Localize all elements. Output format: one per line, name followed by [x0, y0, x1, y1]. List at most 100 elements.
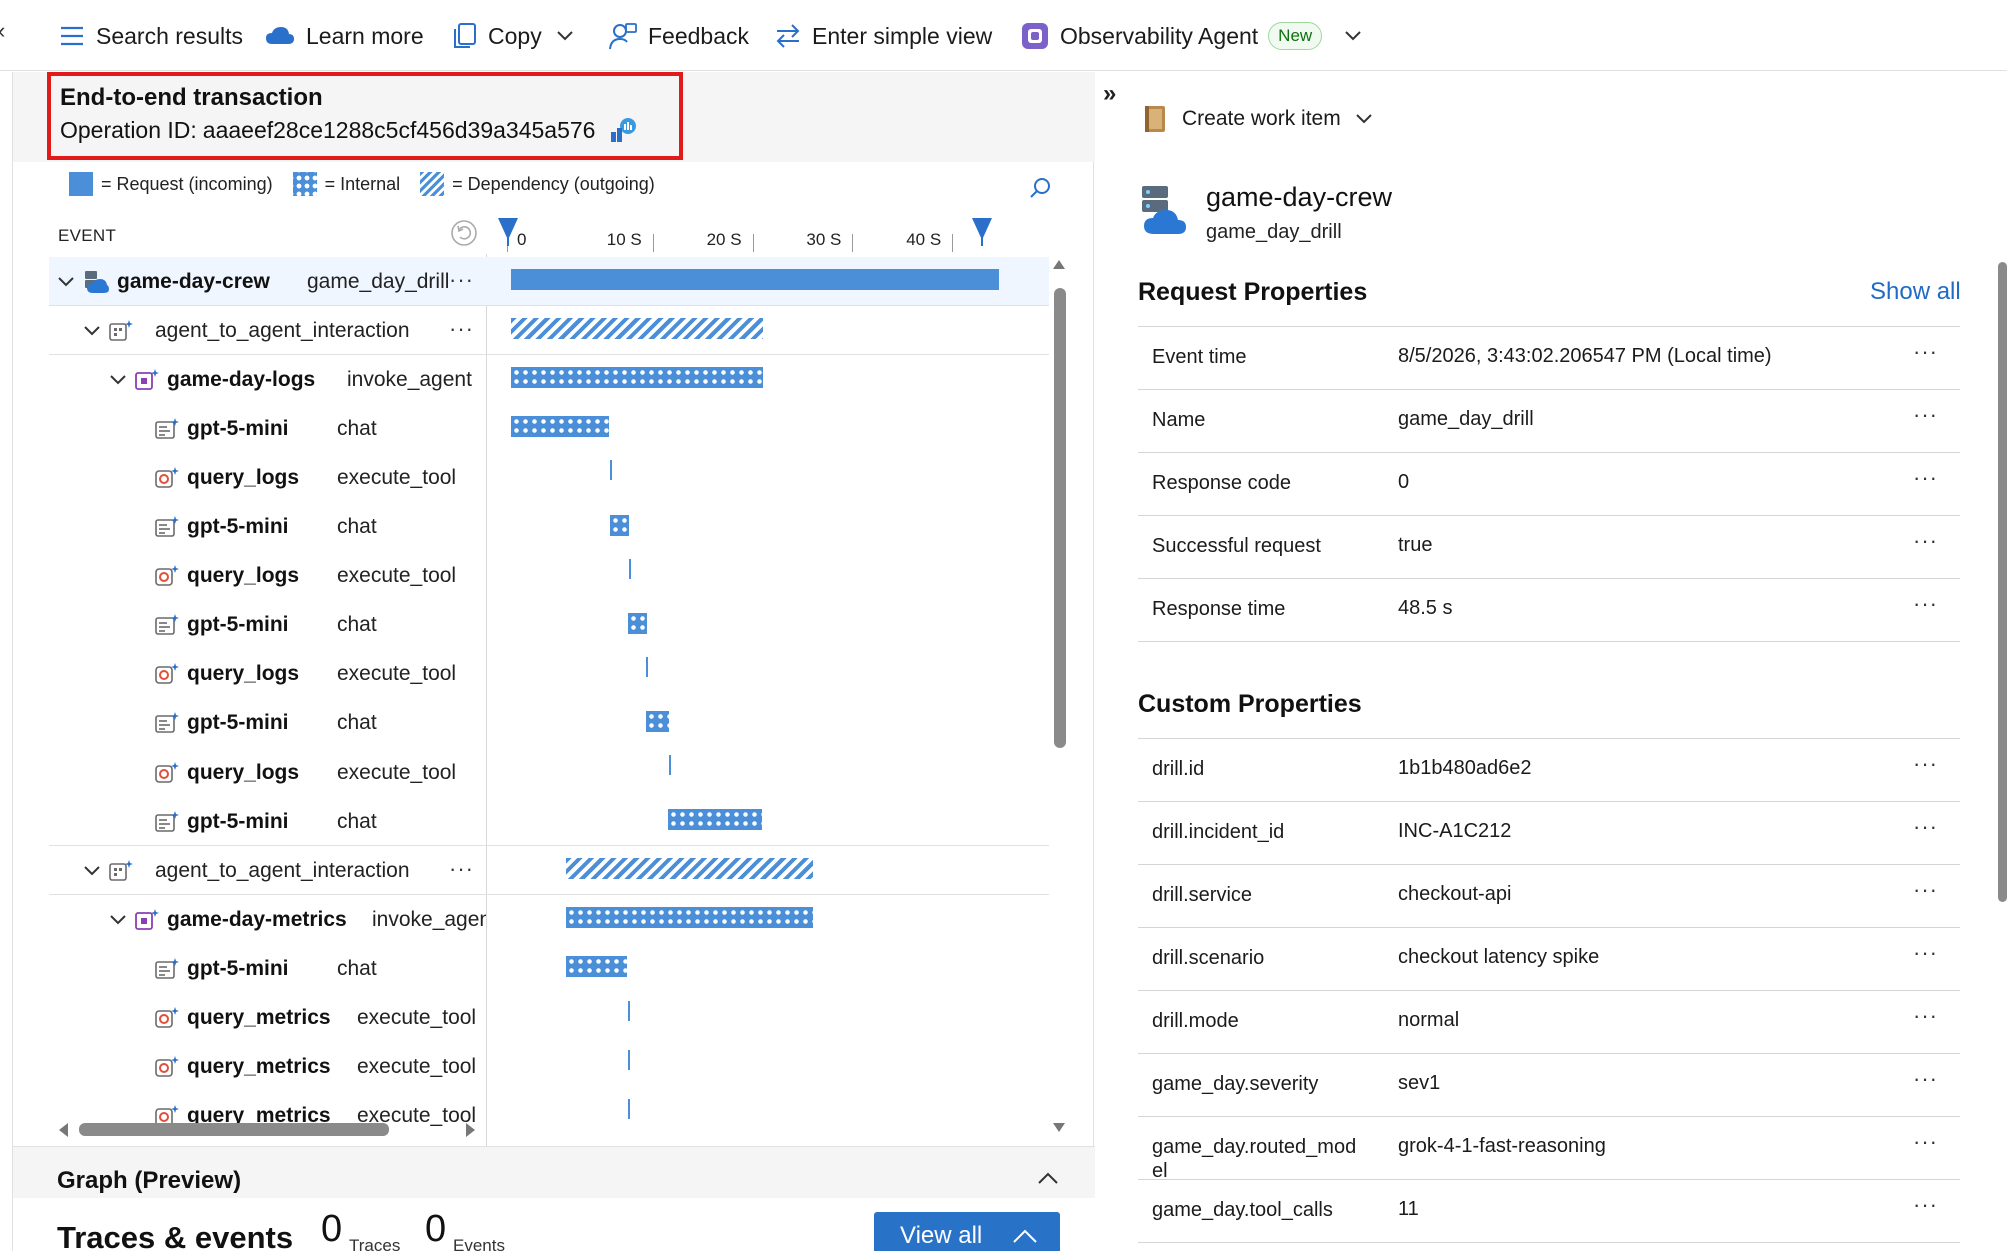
tree-row[interactable]: query_metrics execute_tool — [49, 1043, 1049, 1092]
timeline-bar[interactable] — [627, 1000, 630, 1021]
row-type: chat — [337, 956, 377, 980]
property-more-icon[interactable]: ··· — [1913, 1003, 1938, 1029]
timeline-bar[interactable] — [667, 809, 763, 831]
vertical-scroll-thumb[interactable] — [1054, 288, 1066, 748]
timeline-bar[interactable] — [645, 656, 648, 677]
expand-chevron-icon[interactable] — [83, 322, 101, 340]
simple-view-label: Enter simple view — [812, 22, 993, 49]
timeline-bar[interactable] — [511, 416, 609, 438]
tree-row[interactable]: query_logs execute_tool — [49, 453, 1049, 502]
range-start-marker-icon[interactable] — [496, 216, 520, 246]
llm-chat-icon — [155, 957, 179, 979]
timeline-bar[interactable] — [627, 612, 647, 634]
learn-more-button[interactable]: Learn more — [264, 16, 424, 56]
tree-row[interactable]: game-day-metrics invoke_agent — [49, 895, 1049, 944]
timeline-bar[interactable] — [511, 367, 763, 389]
tree-row[interactable]: agent_to_agent_interaction ··· — [49, 846, 1049, 895]
scroll-left-icon[interactable] — [57, 1122, 69, 1138]
chevron-up-icon[interactable] — [1037, 1171, 1059, 1185]
property-more-icon[interactable]: ··· — [1913, 814, 1938, 840]
tree-row[interactable]: gpt-5-mini chat — [49, 944, 1049, 993]
timeline-bar[interactable] — [566, 956, 627, 978]
search-results-button[interactable]: Search results — [58, 16, 243, 56]
timeline-bar[interactable] — [566, 858, 813, 880]
tool-call-icon — [155, 565, 179, 586]
tree-row[interactable]: agent_to_agent_interaction ··· — [49, 306, 1049, 355]
expand-double-chevron-icon[interactable]: » — [1103, 80, 1116, 108]
tree-row[interactable]: query_metrics execute_tool — [49, 994, 1049, 1043]
row-more-icon[interactable]: ··· — [449, 316, 474, 342]
tree-row[interactable]: gpt-5-mini chat — [49, 699, 1049, 748]
property-more-icon[interactable]: ··· — [1913, 402, 1938, 428]
scroll-up-icon[interactable] — [1052, 258, 1066, 270]
observability-agent-button[interactable]: Observability Agent New — [1020, 16, 1362, 56]
scroll-down-icon[interactable] — [1052, 1122, 1066, 1134]
timeline-bar[interactable] — [645, 710, 669, 732]
property-row: game_day.tool_calls 11 ··· — [1138, 1180, 1960, 1243]
timeline-axis[interactable]: 0 10 S 20 S 30 S 40 S — [487, 212, 1047, 252]
copy-button[interactable]: Copy — [452, 16, 574, 56]
timeline-tick-label: 10 S — [606, 230, 642, 249]
timeline-bar[interactable] — [511, 318, 763, 340]
tree-row[interactable]: gpt-5-mini chat — [49, 404, 1049, 453]
tree-row[interactable]: query_logs execute_tool — [49, 748, 1049, 797]
create-work-item-button[interactable]: Create work item — [1142, 104, 1387, 134]
tree-row[interactable]: game-day-crew game_day_drill ··· — [49, 257, 1049, 306]
timeline-bar[interactable] — [609, 514, 629, 536]
expand-chevron-icon[interactable] — [57, 273, 75, 291]
app-insights-icon[interactable] — [609, 116, 639, 144]
row-name: agent_to_agent_interaction — [155, 858, 410, 882]
llm-chat-icon — [155, 712, 179, 734]
simple-view-button[interactable]: Enter simple view — [774, 16, 992, 56]
command-bar: ‹ Search results Learn more Copy Feedbac… — [0, 0, 2007, 71]
details-scroll-thumb[interactable] — [1998, 262, 2007, 902]
tree-row[interactable]: query_logs execute_tool — [49, 552, 1049, 601]
property-more-icon[interactable]: ··· — [1913, 591, 1938, 617]
chevron-down-icon[interactable] — [1344, 30, 1362, 42]
llm-chat-icon — [155, 614, 179, 635]
property-more-icon[interactable]: ··· — [1913, 940, 1938, 966]
property-more-icon[interactable]: ··· — [1913, 339, 1938, 365]
tree-row[interactable]: game-day-logs invoke_agent — [49, 355, 1049, 404]
scroll-right-icon[interactable] — [465, 1122, 477, 1138]
search-icon[interactable] — [1028, 176, 1052, 200]
tree-row[interactable]: gpt-5-mini chat — [49, 601, 1049, 650]
expand-chevron-icon[interactable] — [109, 371, 127, 389]
expand-chevron-icon[interactable] — [109, 911, 127, 929]
timeline-bar[interactable] — [566, 907, 813, 929]
timeline-bar[interactable] — [627, 1049, 630, 1070]
row-more-icon[interactable]: ··· — [449, 856, 474, 882]
operation-id-label: Operation ID: — [60, 116, 197, 143]
timeline-bar[interactable] — [628, 558, 631, 579]
view-all-label: View all — [900, 1222, 983, 1249]
property-more-icon[interactable]: ··· — [1913, 528, 1938, 554]
view-all-button[interactable]: View all — [874, 1212, 1060, 1251]
timeline-bar[interactable] — [609, 460, 612, 481]
range-end-marker-icon[interactable] — [970, 216, 994, 246]
timeline-bar[interactable] — [627, 1098, 630, 1119]
timeline-bar[interactable] — [668, 755, 671, 775]
swap-arrows-icon — [776, 24, 800, 48]
expand-chevron-icon[interactable] — [83, 862, 101, 880]
property-more-icon[interactable]: ··· — [1913, 1129, 1938, 1155]
horizontal-scroll-thumb[interactable] — [79, 1123, 389, 1136]
show-all-link[interactable]: Show all — [1870, 278, 1961, 306]
timeline-bar[interactable] — [511, 269, 999, 290]
tree-row[interactable]: gpt-5-mini chat — [49, 797, 1049, 846]
property-more-icon[interactable]: ··· — [1913, 877, 1938, 903]
row-type: invoke_agent — [347, 367, 472, 391]
property-more-icon[interactable]: ··· — [1913, 465, 1938, 491]
legend-dependency: = Dependency (outgoing) — [420, 172, 655, 196]
tree-row[interactable]: gpt-5-mini chat — [49, 503, 1049, 552]
property-more-icon[interactable]: ··· — [1913, 1066, 1938, 1092]
collapse-caret-icon[interactable]: ‹ — [0, 18, 5, 44]
reset-zoom-icon[interactable] — [449, 218, 479, 248]
property-more-icon[interactable]: ··· — [1913, 1192, 1938, 1218]
row-more-icon[interactable]: ··· — [449, 267, 474, 293]
property-more-icon[interactable]: ··· — [1913, 751, 1938, 777]
learn-more-label: Learn more — [306, 22, 424, 49]
property-row: Response code 0 ··· — [1138, 453, 1960, 516]
custom-properties-title: Custom Properties — [1138, 690, 1362, 718]
feedback-button[interactable]: Feedback — [608, 16, 749, 56]
tree-row[interactable]: query_logs execute_tool — [49, 650, 1049, 699]
